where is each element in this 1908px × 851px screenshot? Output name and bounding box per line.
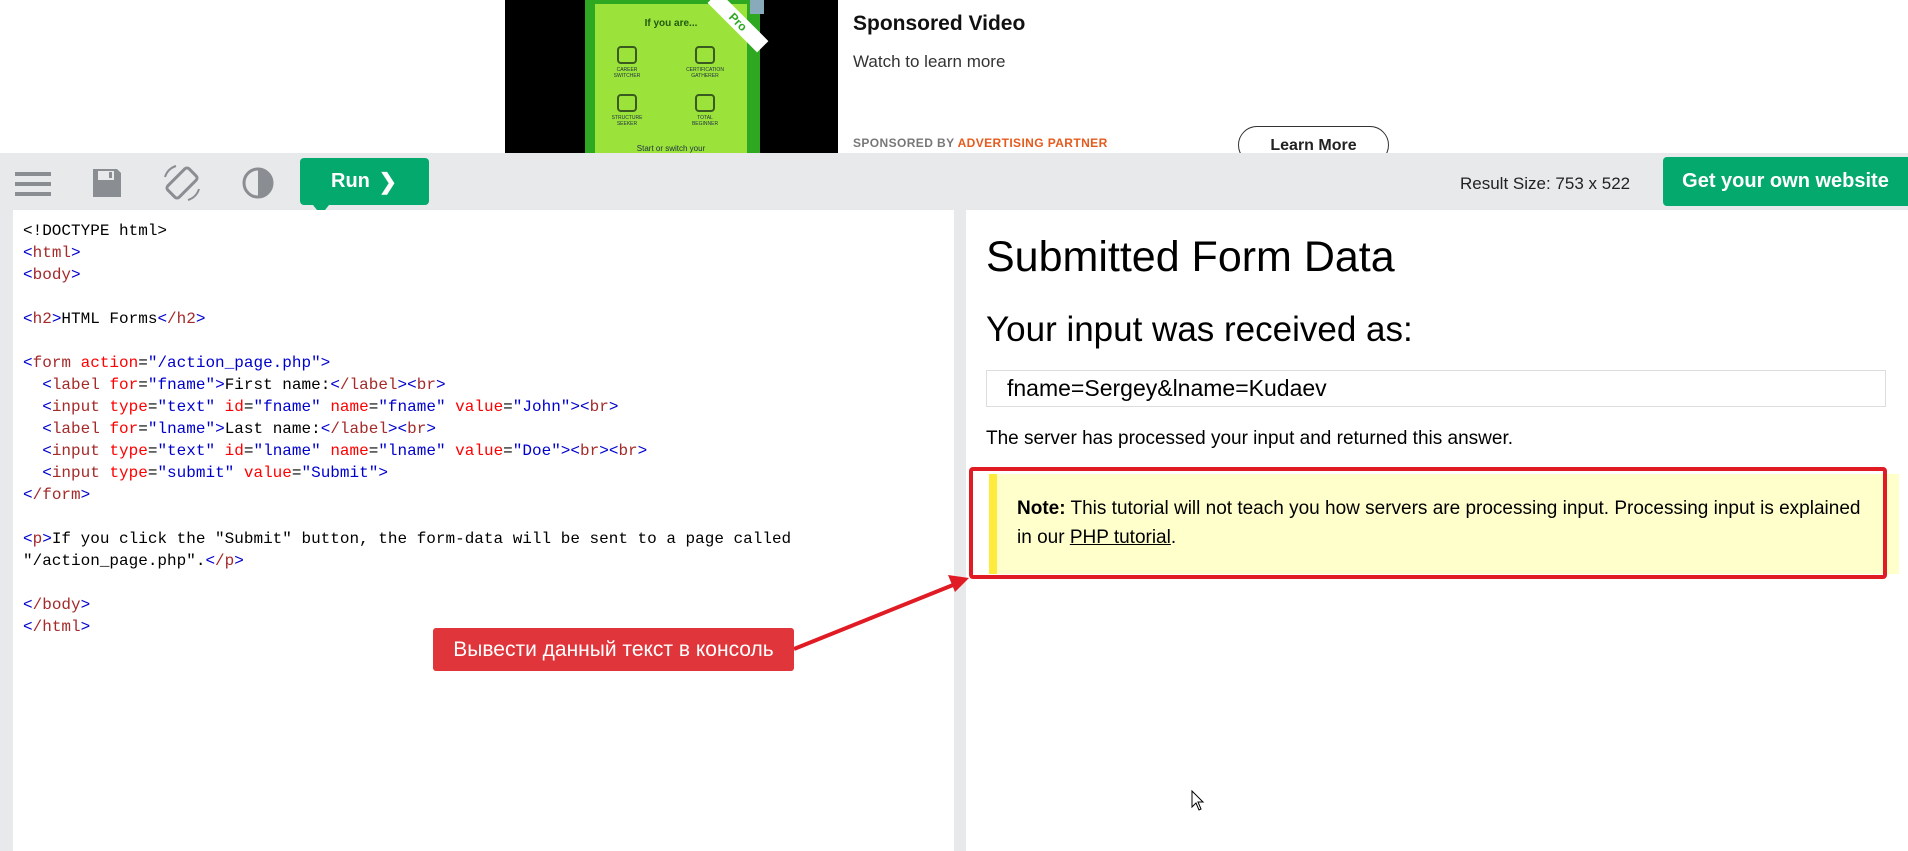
ad-thumb-item: CERTIFICATION GATHERER xyxy=(685,46,725,79)
toolbar: Result Size: 753 x 522 xyxy=(0,153,1908,210)
left-gutter xyxy=(0,210,13,851)
code-line[interactable]: <label for="fname">First name:</label><b… xyxy=(23,376,445,394)
ad-info-icon[interactable] xyxy=(750,0,764,14)
code-line[interactable]: <input type="text" id="fname" name="fnam… xyxy=(23,398,618,416)
ad-thumb-item: STRUCTURE SEEKER xyxy=(607,94,647,127)
panel-divider[interactable] xyxy=(954,210,966,851)
code-line[interactable]: "/action_page.php".</p> xyxy=(23,552,244,570)
code-line[interactable]: <!DOCTYPE html> xyxy=(23,222,167,240)
ad-thumb-start: Start or switch your xyxy=(636,144,706,153)
code-line[interactable]: </form> xyxy=(23,486,90,504)
ad-sponsor-name[interactable]: ADVERTISING PARTNER xyxy=(958,136,1108,150)
run-button[interactable]: Run ❯ xyxy=(300,158,429,205)
code-line[interactable]: <body> xyxy=(23,266,81,284)
ad-video-thumbnail[interactable]: If you are... CAREER SWITCHER CERTIFICAT… xyxy=(505,0,838,153)
save-icon[interactable] xyxy=(87,163,127,203)
code-line[interactable]: <form action="/action_page.php"> xyxy=(23,354,330,372)
menu-icon[interactable] xyxy=(13,163,53,203)
ad-sponsor: SPONSORED BY ADVERTISING PARTNER xyxy=(853,136,1108,150)
code-line[interactable]: <p>If you click the "Submit" button, the… xyxy=(23,530,791,548)
code-line[interactable]: <h2>HTML Forms</h2> xyxy=(23,310,205,328)
rotate-icon[interactable] xyxy=(162,163,202,203)
code-line[interactable]: <html> xyxy=(23,244,81,262)
ad-title[interactable]: Sponsored Video xyxy=(853,12,1025,36)
ad-thumb-item: CAREER SWITCHER xyxy=(607,46,647,79)
ad-phone-graphic: If you are... CAREER SWITCHER CERTIFICAT… xyxy=(585,0,769,153)
annotation-label: Вывести данный текст в консоль xyxy=(433,628,794,671)
code-line[interactable]: <input type="submit" value="Submit"> xyxy=(23,464,388,482)
ad-sponsor-prefix: SPONSORED BY xyxy=(853,136,955,150)
run-label: Run xyxy=(331,170,370,192)
get-your-own-website-button[interactable]: Get your own website xyxy=(1663,157,1908,206)
result-subtitle: Your input was received as: xyxy=(986,310,1413,349)
contrast-icon[interactable] xyxy=(238,163,278,203)
code-line[interactable]: <label for="lname">Last name:</label><br… xyxy=(23,420,436,438)
processed-text: The server has processed your input and … xyxy=(986,428,1514,449)
code-line[interactable]: </html> xyxy=(23,618,90,636)
ad-thumb-item: TOTAL BEGINNER xyxy=(685,94,725,127)
result-title: Submitted Form Data xyxy=(986,233,1395,281)
chevron-right-icon: ❯ xyxy=(378,169,397,194)
result-size: Result Size: 753 x 522 xyxy=(1460,174,1631,193)
ad-subtitle: Watch to learn more xyxy=(853,52,1006,71)
highlight-frame xyxy=(969,467,1887,579)
code-editor[interactable]: <!DOCTYPE html> <html> <body> <h2>HTML F… xyxy=(13,210,954,851)
code-line[interactable]: </body> xyxy=(23,596,90,614)
received-input-box: fname=Sergey&lname=Kudaev xyxy=(986,370,1886,407)
code-line[interactable]: <input type="text" id="lname" name="lnam… xyxy=(23,442,647,460)
cursor-icon xyxy=(1191,790,1205,811)
code-text[interactable]: <!DOCTYPE html> <html> <body> <h2>HTML F… xyxy=(23,220,791,638)
ad-phone-screen: If you are... CAREER SWITCHER CERTIFICAT… xyxy=(595,4,747,153)
ad-banner[interactable]: If you are... CAREER SWITCHER CERTIFICAT… xyxy=(505,0,1390,164)
